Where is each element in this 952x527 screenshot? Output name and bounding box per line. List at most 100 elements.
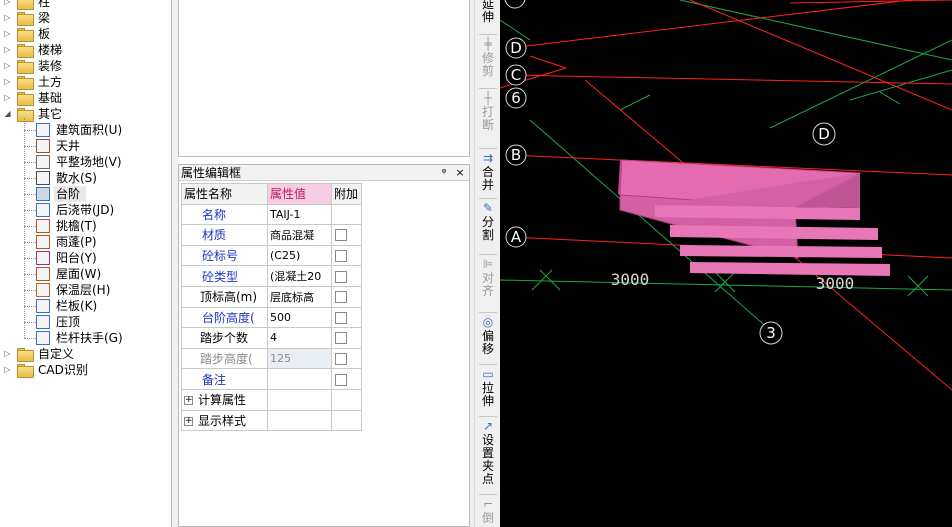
break-icon: ┼ bbox=[484, 91, 492, 105]
extra-checkbox[interactable] bbox=[335, 353, 347, 366]
split-icon: ✎ bbox=[482, 201, 494, 215]
toolbar-button-5[interactable]: ⊫ 对齐 bbox=[475, 258, 501, 298]
tree-item-label: 建筑面积(U) bbox=[56, 123, 123, 137]
expand-icon[interactable]: ▷ bbox=[3, 346, 12, 362]
roof-icon bbox=[36, 267, 50, 281]
extra-checkbox[interactable] bbox=[335, 229, 347, 242]
post-pour-strip-icon bbox=[36, 203, 50, 217]
property-value[interactable]: TAIJ-1 bbox=[267, 203, 332, 226]
property-extra-cell bbox=[331, 203, 362, 226]
tree-folder[interactable]: ▷ 梁 bbox=[0, 10, 171, 26]
toolbar-button-6[interactable]: ◎ 偏移 bbox=[475, 316, 501, 356]
toolbar-separator bbox=[479, 312, 497, 313]
offset-icon: ◎ bbox=[482, 315, 494, 329]
expand-icon[interactable]: ▷ bbox=[3, 90, 12, 106]
toolbar-button-8[interactable]: ↗ 设置夹点 bbox=[475, 420, 501, 486]
property-row[interactable]: 备注 bbox=[181, 368, 362, 390]
app-window: ▷ 柱 ▷ 梁 ▷ 板 ▷ 楼梯 ▷ 装修 ▷ 土方 ▷ 基础 ◢ 其它 建筑面积(U) 天井 平整场地(V) 散水(… bbox=[0, 0, 952, 527]
property-group-extra bbox=[331, 388, 362, 411]
property-extra-cell bbox=[331, 244, 362, 267]
tree-item-label: 天井 bbox=[56, 139, 81, 153]
expand-icon[interactable]: ▷ bbox=[3, 26, 12, 42]
property-name: 名称 bbox=[181, 203, 268, 226]
expand-icon[interactable]: ▷ bbox=[3, 42, 12, 58]
extra-checkbox[interactable] bbox=[335, 291, 347, 304]
tree-folder[interactable]: ▷ 土方 bbox=[0, 74, 171, 90]
apron-icon bbox=[36, 171, 50, 185]
toolbar-button-label: 倒 bbox=[481, 511, 494, 525]
collapse-icon[interactable]: ◢ bbox=[3, 106, 12, 122]
drawing-svg[interactable]: D C 6 B A D 3 3000 3000 bbox=[499, 0, 952, 527]
property-row[interactable]: 台阶高度(500 bbox=[181, 306, 362, 329]
pin-icon[interactable]: ᵠ bbox=[437, 165, 451, 181]
tree-folder[interactable]: ▷ 板 bbox=[0, 26, 171, 42]
toolbar-button-7[interactable]: ▭ 拉伸 bbox=[475, 368, 501, 408]
align-icon: ⊫ bbox=[482, 257, 494, 271]
property-value[interactable]: 商品混凝 bbox=[267, 224, 332, 246]
stair-3d-model[interactable] bbox=[618, 159, 890, 276]
property-name: 踏步个数 bbox=[181, 327, 268, 349]
expand-plus-icon[interactable]: + bbox=[184, 416, 193, 426]
tree-folder[interactable]: ▷ 柱 bbox=[0, 0, 171, 10]
tree-folder[interactable]: ▷ CAD识别 bbox=[0, 362, 171, 378]
expand-icon[interactable]: ▷ bbox=[3, 10, 12, 26]
property-value[interactable]: (混凝土20 bbox=[267, 265, 332, 287]
property-value[interactable]: (C25) bbox=[267, 244, 332, 267]
toolbar-button-1[interactable]: ╪ 修剪 bbox=[475, 38, 501, 78]
tree-folder[interactable]: ▷ 装修 bbox=[0, 58, 171, 74]
toolbar-button-3[interactable]: ⇉ 合并 bbox=[475, 152, 501, 192]
property-value[interactable]: 125 bbox=[267, 347, 332, 370]
extra-checkbox[interactable] bbox=[335, 311, 347, 324]
expand-icon[interactable]: ▷ bbox=[3, 58, 12, 74]
close-icon[interactable]: × bbox=[453, 165, 467, 181]
property-group-row[interactable]: + 计算属性 bbox=[181, 388, 362, 411]
toolbar-button-2[interactable]: ┼ 打断 bbox=[475, 92, 501, 132]
folder-icon bbox=[17, 0, 34, 10]
property-row[interactable]: 踏步个数 4 bbox=[181, 327, 362, 349]
folder-icon bbox=[17, 76, 34, 90]
property-name: 砼标号 bbox=[181, 244, 268, 267]
toolbar-button-4[interactable]: ✎ 分割 bbox=[475, 202, 501, 242]
tree-folder-label: 梁 bbox=[38, 11, 51, 25]
expand-plus-icon[interactable]: + bbox=[184, 396, 193, 406]
tree-folder[interactable]: ▷ 楼梯 bbox=[0, 42, 171, 58]
extra-checkbox[interactable] bbox=[335, 270, 347, 283]
property-row[interactable]: 踏步高度(125 bbox=[181, 347, 362, 370]
property-value[interactable]: 4 bbox=[267, 327, 332, 349]
property-row[interactable]: 砼标号 (C25) bbox=[181, 244, 362, 267]
tree-item-label: 保温层(H) bbox=[56, 283, 111, 297]
property-row[interactable]: 砼类型 (混凝土20 bbox=[181, 265, 362, 287]
toolbar-button-label: 修剪 bbox=[481, 51, 494, 78]
drawing-canvas[interactable]: D C 6 B A D 3 3000 3000 bbox=[499, 0, 952, 527]
toolbar-button-9[interactable]: ⌐ 倒 bbox=[475, 498, 501, 525]
tree-folder[interactable]: ▷ 基础 bbox=[0, 90, 171, 106]
tree-folder[interactable]: ▷ 自定义 bbox=[0, 346, 171, 362]
toolbar-button-0[interactable]: 延伸 bbox=[475, 0, 501, 24]
property-row[interactable]: 顶标高(m) 层底标高 bbox=[181, 285, 362, 308]
property-value[interactable]: 层底标高 bbox=[267, 285, 332, 308]
toolbar-button-label: 设置夹点 bbox=[481, 433, 494, 486]
expand-icon[interactable]: ▷ bbox=[3, 362, 12, 378]
component-tree[interactable]: ▷ 柱 ▷ 梁 ▷ 板 ▷ 楼梯 ▷ 装修 ▷ 土方 ▷ 基础 ◢ 其它 建筑面积(U) 天井 平整场地(V) 散水(… bbox=[0, 0, 172, 527]
property-row[interactable]: 材质 商品混凝 bbox=[181, 224, 362, 246]
canopy-icon bbox=[36, 235, 50, 249]
tree-folder-label: 装修 bbox=[38, 59, 63, 73]
expand-icon[interactable]: ▷ bbox=[3, 0, 12, 10]
property-extra-cell bbox=[331, 224, 362, 246]
tree-item-4[interactable]: 台阶 bbox=[24, 186, 86, 202]
expand-icon[interactable]: ▷ bbox=[3, 74, 12, 90]
toolbar-button-label: 偏移 bbox=[481, 329, 494, 356]
property-value[interactable]: 500 bbox=[267, 306, 332, 329]
property-group-extra bbox=[331, 409, 362, 432]
property-group-row[interactable]: + 显示样式 bbox=[181, 409, 362, 432]
property-value[interactable] bbox=[267, 368, 332, 390]
tree-folder[interactable]: ◢ 其它 bbox=[0, 106, 171, 122]
axis-label: 6 bbox=[511, 89, 521, 107]
property-row[interactable]: 名称 TAIJ-1 bbox=[181, 203, 362, 226]
folder-icon bbox=[17, 364, 34, 378]
extra-checkbox[interactable] bbox=[335, 373, 347, 386]
toolbar-separator bbox=[479, 416, 497, 417]
extra-checkbox[interactable] bbox=[335, 250, 347, 263]
property-extra-cell bbox=[331, 306, 362, 329]
extra-checkbox[interactable] bbox=[335, 332, 347, 345]
